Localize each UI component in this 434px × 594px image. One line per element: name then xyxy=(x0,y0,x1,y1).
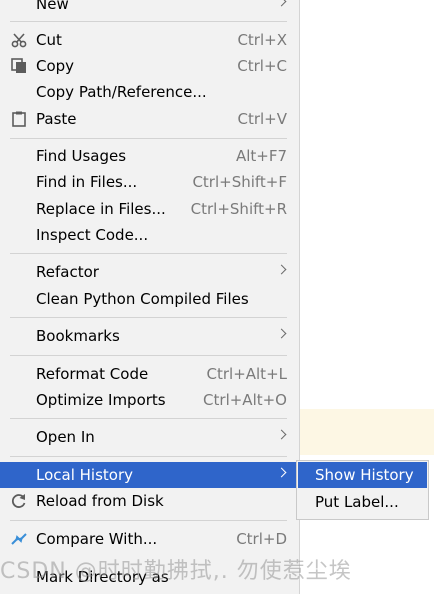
menu-item-optimize-imports[interactable]: Optimize Imports Ctrl+Alt+O xyxy=(0,387,299,413)
submenu-arrow-icon xyxy=(276,467,287,478)
submenu-arrow-icon xyxy=(276,0,287,7)
menu-item-label: Find in Files... xyxy=(36,173,138,191)
menu-item-find-in-files[interactable]: Find in Files... Ctrl+Shift+F xyxy=(0,169,299,195)
menu-item-label: Optimize Imports xyxy=(36,391,166,409)
menu-item-label: Refactor xyxy=(36,263,99,281)
menu-item-find-usages[interactable]: Find Usages Alt+F7 xyxy=(0,143,299,169)
menu-item-label: Replace in Files... xyxy=(36,200,166,218)
menu-item-replace-in-files[interactable]: Replace in Files... Ctrl+Shift+R xyxy=(0,196,299,222)
submenu-item-label: Put Label... xyxy=(315,493,399,511)
submenu-arrow-icon xyxy=(276,264,287,275)
menu-item-shortcut: Ctrl+C xyxy=(237,57,287,75)
menu-item-shortcut: Ctrl+Alt+O xyxy=(203,391,287,409)
menu-item-shortcut: Ctrl+V xyxy=(237,110,287,128)
menu-item-clean-python[interactable]: Clean Python Compiled Files xyxy=(0,286,299,312)
menu-item-shortcut: Ctrl+X xyxy=(237,31,287,49)
menu-item-copy[interactable]: Copy Ctrl+C xyxy=(0,53,299,79)
menu-item-label: Open In xyxy=(36,428,95,446)
submenu-item-put-label[interactable]: Put Label... xyxy=(298,489,427,515)
menu-item-label: Reload from Disk xyxy=(36,492,164,510)
menu-separator xyxy=(10,456,287,457)
menu-item-label: Cut xyxy=(36,31,62,49)
menu-item-shortcut: Alt+F7 xyxy=(235,147,287,165)
compare-icon xyxy=(11,533,27,545)
menu-item-label: Find Usages xyxy=(36,147,127,165)
menu-item-refactor[interactable]: Refactor xyxy=(0,259,299,285)
menu-item-label: New xyxy=(36,0,69,13)
menu-item-reformat-code[interactable]: Reformat Code Ctrl+Alt+L xyxy=(0,361,299,387)
menu-item-label: Reformat Code xyxy=(36,365,149,383)
menu-item-compare-with[interactable]: Compare With... Ctrl+D xyxy=(0,526,299,552)
menu-item-shortcut: Ctrl+Shift+R xyxy=(190,200,287,218)
menu-item-label: Copy Path/Reference... xyxy=(36,83,207,101)
menu-item-cut[interactable]: Cut Ctrl+X xyxy=(0,27,299,53)
menu-separator xyxy=(10,355,287,356)
menu-item-paste[interactable]: Paste Ctrl+V xyxy=(0,106,299,132)
watermark-text: CSDN @时时勤拂拭,. 勿使惹尘埃 xyxy=(0,559,352,584)
menu-item-shortcut: Ctrl+Alt+L xyxy=(206,365,288,383)
local-history-submenu: Show History Put Label... xyxy=(296,460,429,520)
menu-item-shortcut: Ctrl+Shift+F xyxy=(192,173,287,191)
menu-separator xyxy=(10,253,287,254)
menu-item-label: Copy xyxy=(36,57,75,75)
menu-item-label: Local History xyxy=(36,466,134,484)
submenu-arrow-icon xyxy=(276,328,287,339)
copy-icon xyxy=(11,58,26,73)
menu-separator xyxy=(10,21,287,22)
menu-item-label: Inspect Code... xyxy=(36,226,149,244)
menu-item-reload-from-disk[interactable]: Reload from Disk xyxy=(0,488,299,514)
reload-icon xyxy=(11,494,26,508)
clipboard-icon xyxy=(12,111,26,127)
menu-item-bookmarks[interactable]: Bookmarks xyxy=(0,323,299,349)
submenu-item-label: Show History xyxy=(315,466,414,484)
scissors-icon xyxy=(11,33,27,48)
menu-item-copy-path[interactable]: Copy Path/Reference... xyxy=(0,79,299,105)
menu-item-open-in[interactable]: Open In xyxy=(0,424,299,450)
menu-item-inspect-code[interactable]: Inspect Code... xyxy=(0,222,299,248)
context-menu: New Cut Ctrl+X Copy Ctrl+C Copy Path/Ref… xyxy=(0,0,300,594)
menu-item-label: Clean Python Compiled Files xyxy=(36,290,249,308)
menu-item-local-history[interactable]: Local History xyxy=(0,462,299,488)
menu-item-label: Compare With... xyxy=(36,530,158,548)
editor-background-strip xyxy=(300,409,434,455)
menu-separator xyxy=(10,520,287,521)
menu-separator xyxy=(10,418,287,419)
menu-separator xyxy=(10,317,287,318)
submenu-item-show-history[interactable]: Show History xyxy=(298,462,427,488)
submenu-arrow-icon xyxy=(276,429,287,440)
menu-separator xyxy=(10,138,287,139)
menu-item-shortcut: Ctrl+D xyxy=(236,530,287,548)
menu-item-label: Paste xyxy=(36,110,77,128)
menu-item-label: Bookmarks xyxy=(36,327,120,345)
menu-item-new[interactable]: New xyxy=(0,0,299,17)
